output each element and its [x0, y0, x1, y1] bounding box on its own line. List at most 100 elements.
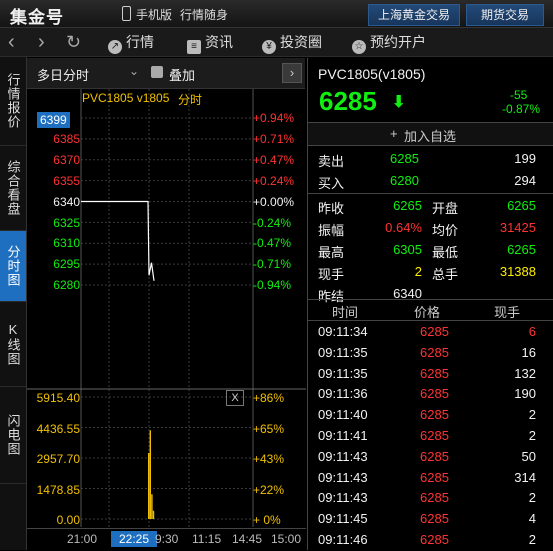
trade-header-price: 价格 [414, 305, 441, 320]
trade-header-time: 时间 [332, 305, 359, 320]
trade-price: 6285 [420, 344, 449, 360]
stat-row: 昨收 6265 开盘 6265 [308, 195, 553, 217]
trade-volume: 16 [521, 344, 536, 360]
stat-value: 0.64% [385, 220, 422, 235]
current-price: 6285 [319, 86, 377, 116]
add-watch-button[interactable]: + 加入自选 [308, 122, 553, 146]
volume-tick: 0.00 [56, 513, 80, 527]
divider [308, 193, 553, 194]
chevron-down-icon[interactable]: ⌄ [129, 64, 139, 78]
x-tick: 11:15 [192, 532, 222, 546]
trade-price: 6285 [420, 365, 449, 381]
tab-shanghai-gold[interactable]: 上海黄金交易 [368, 4, 460, 26]
forward-icon[interactable]: › [38, 28, 45, 56]
sidebar-item-kline[interactable]: K线图 [0, 302, 26, 387]
timeshare-chart[interactable]: PVC1805 v1805 分时 6399 X 6400+0.94%6385+0… [27, 89, 306, 527]
chart-title-type: 分时 [178, 93, 203, 107]
price-tick: 6310 [53, 236, 80, 251]
price-tick: 6340 [53, 194, 80, 209]
x-tick: 14:45 [232, 532, 263, 546]
percent-tick: +0.71% [253, 131, 295, 146]
sidebar-item-flash[interactable]: 闪电图 [0, 387, 26, 484]
news-icon: ≡ [187, 40, 201, 54]
price-tick: 6325 [53, 215, 80, 230]
mobile-subtitle[interactable]: 行情随身 [180, 6, 228, 23]
trade-price: 6285 [420, 448, 449, 464]
ask-volume: 199 [514, 151, 536, 166]
price-change-pct: -0.87% [502, 102, 541, 116]
stat-label: 昨收 [318, 201, 345, 216]
chart-toolbar: 多日分时 ⌄ 叠加 › [27, 58, 305, 89]
sidebar-item-timeshare[interactable]: 分时图 [0, 231, 26, 302]
trade-time: 09:11:43 [318, 490, 368, 506]
trade-time: 09:11:36 [318, 386, 368, 402]
percent-tick: -0.47% [253, 236, 292, 251]
phone-icon[interactable] [122, 6, 131, 21]
back-icon[interactable]: ‹ [8, 28, 15, 56]
trade-price: 6285 [420, 511, 449, 527]
refresh-icon[interactable]: ↻ [66, 28, 81, 56]
overlay-button[interactable]: 叠加 [169, 65, 195, 84]
x-cursor-time: 22:25 [111, 531, 158, 547]
price-change: -55 [510, 88, 528, 102]
mobile-version-link[interactable]: 手机版 [136, 6, 172, 23]
stat-value: 31425 [499, 220, 536, 235]
trade-row: 09:11:40 6285 2 [308, 405, 553, 425]
stat-label: 最高 [318, 245, 345, 260]
close-volume-button[interactable]: X [226, 390, 244, 406]
trade-volume: 190 [514, 386, 536, 402]
trade-volume: 2 [528, 490, 536, 506]
trade-volume: 2 [528, 428, 536, 443]
sidebar-item-quotes[interactable]: 行情报价 [0, 57, 26, 146]
add-watch-label: 加入自选 [404, 129, 457, 144]
time-axis: 21:00 22:25 9:30 11:15 14:45 15:00 [27, 528, 306, 551]
chevron-right-icon[interactable]: › [282, 63, 302, 83]
app-title: 集金号 [10, 8, 64, 27]
period-select[interactable]: 多日分时 [37, 65, 89, 84]
chart-title-symbol: PVC1805 v1805 [82, 91, 170, 105]
trade-row: 09:11:34 6285 6 [308, 322, 553, 342]
volume-pct-tick: +43% [253, 452, 285, 466]
trade-time: 09:11:45 [318, 511, 368, 527]
nav-open-account-label: 预约开户 [370, 34, 426, 50]
percent-tick: -0.94% [253, 278, 292, 293]
plus-icon: + [390, 126, 398, 141]
trade-volume: 2 [528, 532, 536, 547]
volume-bar [149, 430, 151, 519]
bid-label: 买入 [318, 176, 345, 191]
nav-investment-label: 投资圈 [280, 34, 322, 50]
trade-time: 09:11:40 [318, 407, 368, 423]
trade-volume: 2 [528, 407, 536, 423]
nav-quotes[interactable]: ↗ 行情 [108, 28, 154, 56]
trade-volume: 50 [521, 448, 536, 464]
percent-tick: +0.94% [253, 111, 295, 125]
sidebar-item-overview[interactable]: 综合看盘 [0, 146, 26, 231]
volume-tick: 5915.40 [36, 391, 80, 405]
stat-label: 最低 [432, 245, 459, 260]
volume-tick: 4436.55 [36, 421, 80, 436]
tab-futures[interactable]: 期货交易 [466, 4, 544, 26]
nav-open-account[interactable]: ☆ 预约开户 [352, 28, 426, 56]
x-tick: 15:00 [271, 532, 302, 546]
stat-label: 开盘 [432, 201, 459, 216]
percent-tick: -0.24% [253, 215, 292, 230]
price-tick: 6280 [53, 278, 80, 293]
trade-row: 09:11:45 6285 4 [308, 509, 553, 529]
nav-quotes-label: 行情 [126, 34, 154, 50]
trade-row: 09:11:41 6285 2 [308, 426, 553, 446]
stat-value: 6305 [393, 242, 422, 257]
stat-label: 均价 [432, 223, 459, 238]
trade-header-vol: 现手 [494, 305, 521, 320]
volume-tick: 1478.85 [36, 482, 80, 497]
nav-news[interactable]: ≡ 资讯 [187, 28, 233, 56]
percent-tick: -0.71% [253, 257, 292, 272]
trade-time: 09:11:43 [318, 469, 368, 485]
nav-investment-circle[interactable]: ¥ 投资圈 [262, 28, 322, 56]
trade-price: 6285 [420, 407, 449, 423]
stat-row: 最高 6305 最低 6265 [308, 239, 553, 261]
trade-row: 09:11:43 6285 314 [308, 468, 553, 488]
stat-row: 振幅 0.64% 均价 31425 [308, 217, 553, 239]
trade-price: 6285 [420, 428, 449, 443]
quotes-icon: ↗ [108, 40, 122, 54]
stat-label: 振幅 [318, 223, 345, 238]
